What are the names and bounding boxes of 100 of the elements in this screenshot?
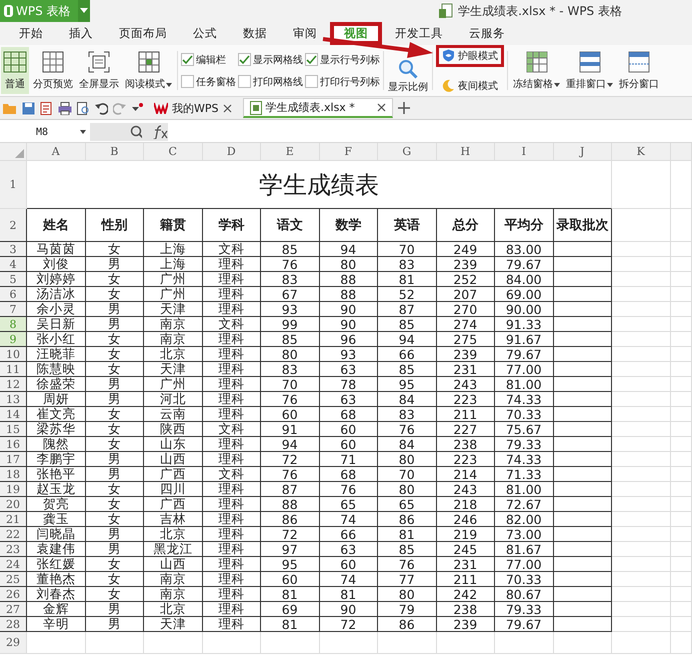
- row-header[interactable]: 22: [0, 527, 27, 542]
- empty-cell[interactable]: [554, 272, 612, 287]
- menu-tab[interactable]: 数据: [230, 22, 280, 45]
- column-header[interactable]: D: [202, 143, 261, 161]
- mode-button[interactable]: 护眼模式: [436, 44, 504, 66]
- column-header[interactable]: K: [612, 143, 670, 161]
- column-header[interactable]: E: [261, 143, 320, 161]
- checkbox[interactable]: [305, 53, 318, 66]
- checkbox[interactable]: [238, 53, 251, 66]
- checkbox-option[interactable]: 显示网格线: [238, 52, 303, 66]
- row-header[interactable]: 14: [0, 407, 27, 422]
- empty-cell[interactable]: [554, 482, 612, 497]
- menu-tab[interactable]: 插入: [56, 22, 106, 45]
- empty-cell[interactable]: [554, 557, 612, 572]
- empty-cell[interactable]: [554, 437, 612, 452]
- checkbox[interactable]: [238, 75, 251, 88]
- empty-cell[interactable]: [554, 542, 612, 557]
- row-header[interactable]: 23: [0, 542, 27, 557]
- row-header[interactable]: 20: [0, 497, 27, 512]
- empty-cell[interactable]: [554, 257, 612, 272]
- mode-button[interactable]: 夜间模式: [436, 74, 504, 96]
- row-header[interactable]: 26: [0, 587, 27, 602]
- select-all-icon[interactable]: [15, 149, 24, 158]
- row-header[interactable]: 2: [0, 209, 27, 242]
- menu-tab[interactable]: 开始: [6, 22, 56, 45]
- row-header[interactable]: 24: [0, 557, 27, 572]
- checkbox-option[interactable]: 打印行号列标: [305, 74, 380, 88]
- empty-cell[interactable]: [554, 617, 612, 632]
- row-header[interactable]: 7: [0, 302, 27, 317]
- view-mode-button[interactable]: 阅读模式: [123, 47, 174, 94]
- empty-cell[interactable]: [554, 497, 612, 512]
- row-header[interactable]: 28: [0, 617, 27, 632]
- printer-icon[interactable]: [58, 102, 72, 114]
- row-header[interactable]: 29: [0, 632, 27, 654]
- column-header[interactable]: [670, 143, 692, 161]
- column-header[interactable]: J: [554, 143, 612, 161]
- menu-tab[interactable]: 审阅: [280, 22, 330, 45]
- menu-tab[interactable]: 云服务: [456, 22, 518, 45]
- menu-tab[interactable]: 页面布局: [106, 22, 180, 45]
- menu-tab[interactable]: 公式: [180, 22, 230, 45]
- menu-tab[interactable]: 开发工具: [382, 22, 456, 45]
- row-header[interactable]: 12: [0, 377, 27, 392]
- open-folder-icon[interactable]: [3, 102, 17, 114]
- print-preview-icon[interactable]: [77, 102, 90, 114]
- window-button[interactable]: 拆分窗口: [617, 47, 661, 94]
- empty-cell[interactable]: [554, 332, 612, 347]
- row-header[interactable]: 27: [0, 602, 27, 617]
- empty-cell[interactable]: [554, 377, 612, 392]
- empty-cell[interactable]: [554, 572, 612, 587]
- empty-cell[interactable]: [554, 587, 612, 602]
- row-header[interactable]: 21: [0, 512, 27, 527]
- close-icon[interactable]: [376, 103, 386, 112]
- row-header[interactable]: 16: [0, 437, 27, 452]
- empty-cell[interactable]: [554, 527, 612, 542]
- undo-icon[interactable]: [95, 102, 108, 114]
- redo-icon[interactable]: [113, 102, 126, 114]
- pdf-icon[interactable]: [40, 102, 53, 114]
- row-header[interactable]: 11: [0, 362, 27, 377]
- close-icon[interactable]: [222, 104, 232, 112]
- row-header[interactable]: 19: [0, 482, 27, 497]
- row-header[interactable]: 6: [0, 287, 27, 302]
- column-header[interactable]: B: [86, 143, 144, 161]
- empty-cell[interactable]: [554, 392, 612, 407]
- empty-cell[interactable]: [554, 287, 612, 302]
- view-mode-button[interactable]: 分页预览: [31, 47, 75, 94]
- empty-cell[interactable]: [554, 452, 612, 467]
- window-button[interactable]: 冻结窗格: [511, 47, 562, 94]
- checkbox-option[interactable]: 任务窗格: [181, 74, 236, 88]
- search-icon[interactable]: [130, 125, 142, 139]
- row-header[interactable]: 17: [0, 452, 27, 467]
- row-header[interactable]: 13: [0, 392, 27, 407]
- window-button[interactable]: 重排窗口: [564, 47, 615, 94]
- row-header[interactable]: 4: [0, 257, 27, 272]
- row-header[interactable]: 25: [0, 572, 27, 587]
- checkbox[interactable]: [305, 75, 318, 88]
- empty-cell[interactable]: [554, 467, 612, 482]
- row-header[interactable]: 3: [0, 242, 27, 257]
- empty-cell[interactable]: [554, 302, 612, 317]
- row-header[interactable]: 5: [0, 272, 27, 287]
- row-header[interactable]: 18: [0, 467, 27, 482]
- empty-cell[interactable]: [554, 347, 612, 362]
- column-header[interactable]: C: [144, 143, 202, 161]
- checkbox-option[interactable]: 编辑栏: [181, 52, 236, 66]
- function-icon[interactable]: [152, 125, 168, 139]
- empty-cell[interactable]: [554, 407, 612, 422]
- checkbox[interactable]: [181, 75, 194, 88]
- empty-cell[interactable]: [554, 362, 612, 377]
- column-header[interactable]: H: [436, 143, 495, 161]
- empty-cell[interactable]: [554, 512, 612, 527]
- checkbox-option[interactable]: 显示行号列标: [305, 52, 380, 66]
- row-header[interactable]: 15: [0, 422, 27, 437]
- checkbox[interactable]: [181, 53, 194, 66]
- empty-cell[interactable]: [554, 317, 612, 332]
- view-mode-button[interactable]: 全屏显示: [77, 47, 121, 94]
- save-icon[interactable]: [22, 102, 35, 114]
- document-tab[interactable]: 学生成绩表.xlsx *: [242, 98, 392, 118]
- row-header[interactable]: 10: [0, 347, 27, 362]
- column-header[interactable]: I: [495, 143, 554, 161]
- zoom-button[interactable]: 显示比例: [387, 59, 429, 96]
- empty-cell[interactable]: [554, 602, 612, 617]
